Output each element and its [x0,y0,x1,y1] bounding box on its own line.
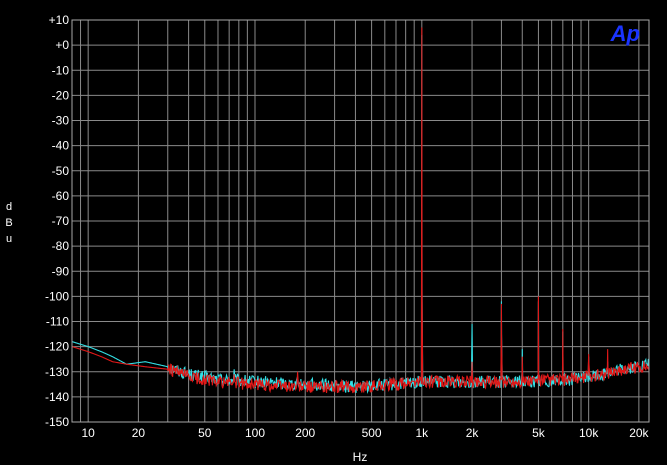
y-tick-label: -80 [52,239,70,253]
x-tick-label: 20 [132,426,146,440]
y-tick-label: -50 [52,164,70,178]
x-tick-label: 10k [579,426,599,440]
y-tick-label: -90 [52,264,70,278]
x-tick-label: 10 [81,426,95,440]
y-tick-label: -70 [52,214,70,228]
x-tick-label: 20k [629,426,649,440]
x-tick-label: 100 [245,426,265,440]
x-tick-label: 5k [532,426,546,440]
y-tick-label: -140 [45,390,69,404]
y-axis-label: dBu [5,201,12,245]
x-tick-label: 1k [415,426,429,440]
y-tick-label: -150 [45,415,69,429]
y-tick-label: -60 [52,189,70,203]
y-tick-label: -10 [52,63,70,77]
x-tick-label: 2k [466,426,480,440]
y-tick-label: -120 [45,340,69,354]
y-tick-label: -100 [45,289,69,303]
y-tick-label: +0 [55,38,69,52]
y-tick-label: -130 [45,365,69,379]
ap-logo: Ap [610,21,640,46]
y-tick-label: -30 [52,114,70,128]
y-tick-label: -110 [46,315,69,329]
y-tick-label: -40 [52,139,70,153]
y-tick-label: +10 [49,13,70,27]
x-tick-label: 500 [362,426,382,440]
y-tick-label: -20 [52,88,70,102]
x-tick-label: 50 [198,426,212,440]
x-tick-label: 200 [295,426,315,440]
spectrum-chart: +10 +0 -10 -20 -30 -40 -50 -60 -70 -80 -90 -100 -110… [0,0,667,465]
x-axis-label: Hz [353,450,368,464]
